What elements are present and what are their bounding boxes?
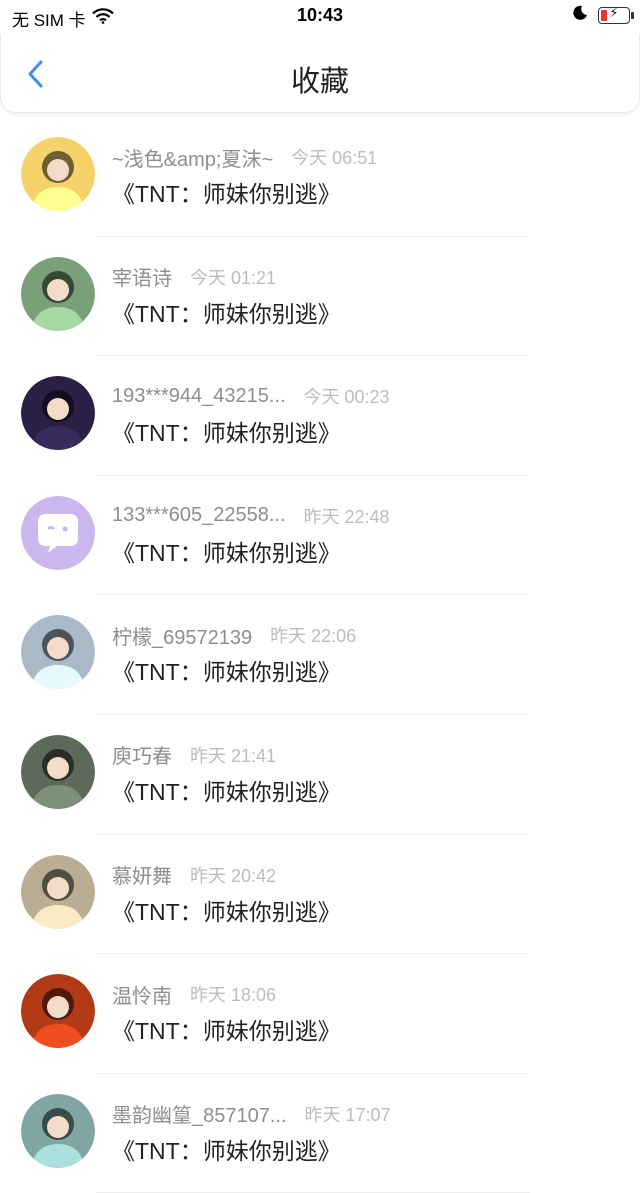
work-title: 《TNT：师妹你别逃》: [112, 1137, 341, 1164]
status-right: ⚡: [572, 5, 634, 26]
work-title: 《TNT：师妹你别逃》: [112, 300, 341, 327]
list-item[interactable]: 133***605_22558... 昨天 22:48 《TNT：师妹你别逃》: [0, 476, 640, 596]
avatar[interactable]: [21, 137, 95, 211]
user-name[interactable]: 慕妍舞: [112, 860, 172, 889]
timestamp: 昨天 17:07: [304, 1104, 391, 1125]
avatar[interactable]: [21, 495, 95, 570]
list-item[interactable]: 温怜南 昨天 18:06 《TNT：师妹你别逃》: [0, 954, 640, 1074]
meta-row: 宰语诗 今天 01:21: [112, 262, 277, 291]
favorites-list: ~浅色&amp;夏沫~ 今天 06:51 《TNT：师妹你别逃》 宰语诗 今天 …: [0, 117, 640, 1193]
timestamp: 今天 01:21: [190, 267, 277, 288]
work-title: 《TNT：师妹你别逃》: [112, 539, 341, 566]
meta-row: 柠檬_69572139 昨天 22:06: [112, 621, 357, 650]
buddha-statue-avatar: [21, 974, 95, 1049]
user-name[interactable]: 柠檬_69572139: [112, 621, 252, 650]
timestamp: 今天 06:51: [291, 148, 378, 168]
moon-icon: [572, 5, 588, 26]
list-item[interactable]: 墨韵幽篁_857107... 昨天 17:07 《TNT：师妹你别逃》: [0, 1074, 640, 1193]
meta-row: ~浅色&amp;夏沫~ 今天 06:51: [112, 143, 378, 172]
avatar[interactable]: [21, 1093, 95, 1168]
list-item[interactable]: 宰语诗 今天 01:21 《TNT：师妹你别逃》: [0, 237, 640, 357]
list-item[interactable]: 柠檬_69572139 昨天 22:06 《TNT：师妹你别逃》: [0, 595, 640, 715]
girl-with-flowers-avatar: [21, 256, 95, 331]
avatar[interactable]: [21, 854, 95, 929]
avatar[interactable]: [21, 376, 95, 451]
timestamp: 昨天 20:42: [190, 865, 277, 886]
anime-girl-avatar: [21, 1093, 95, 1168]
work-title: 《TNT：师妹你别逃》: [112, 420, 341, 447]
user-name[interactable]: 宰语诗: [112, 262, 172, 291]
timestamp: 昨天 22:48: [303, 506, 390, 527]
user-name[interactable]: 墨韵幽篁_857107...: [112, 1099, 287, 1128]
battery-icon: ⚡: [598, 5, 634, 24]
work-title: 《TNT：师妹你别逃》: [112, 778, 341, 805]
timestamp: 昨天 22:06: [270, 626, 357, 647]
nav-bar: 收藏: [0, 34, 640, 113]
status-time: 10:43: [296, 5, 344, 25]
avatar[interactable]: [21, 256, 95, 331]
meta-row: 墨韵幽篁_857107... 昨天 17:07: [112, 1099, 391, 1128]
status-bar: 无 SIM 卡 10:43 ⚡: [0, 0, 640, 34]
work-title: 《TNT：师妹你别逃》: [112, 1018, 341, 1045]
avatar[interactable]: [21, 974, 95, 1049]
chat-bubble-default-avatar: [21, 495, 95, 570]
user-name[interactable]: 193***944_43215...: [112, 385, 286, 408]
girl-portrait-avatar: [21, 854, 95, 929]
avatar[interactable]: [21, 615, 95, 690]
timestamp: 今天 00:23: [303, 387, 390, 408]
user-name[interactable]: 133***605_22558...: [112, 504, 286, 527]
list-item[interactable]: 庾巧春 昨天 21:41 《TNT：师妹你别逃》: [0, 715, 640, 835]
list-item[interactable]: 193***944_43215... 今天 00:23 《TNT：师妹你别逃》: [0, 356, 640, 476]
meta-row: 193***944_43215... 今天 00:23: [112, 384, 390, 408]
girl-portrait-avatar: [21, 734, 95, 809]
boy-portrait-avatar: [21, 137, 95, 211]
list-item[interactable]: 慕妍舞 昨天 20:42 《TNT：师妹你别逃》: [0, 835, 640, 955]
meta-row: 133***605_22558... 昨天 22:48: [112, 504, 390, 528]
cartoon-character-avatar: [21, 376, 95, 451]
work-title: 《TNT：师妹你别逃》: [112, 181, 341, 207]
girl-with-hat-avatar: [21, 615, 95, 690]
meta-row: 慕妍舞 昨天 20:42: [112, 860, 277, 889]
timestamp: 昨天 18:06: [190, 985, 277, 1006]
meta-row: 庾巧春 昨天 21:41: [112, 740, 277, 769]
list-item[interactable]: ~浅色&amp;夏沫~ 今天 06:51 《TNT：师妹你别逃》: [0, 117, 640, 237]
user-name[interactable]: ~浅色&amp;夏沫~: [112, 143, 273, 172]
timestamp: 昨天 21:41: [190, 745, 277, 766]
work-title: 《TNT：师妹你别逃》: [112, 659, 341, 686]
user-name[interactable]: 温怜南: [112, 980, 172, 1009]
work-title: 《TNT：师妹你别逃》: [112, 898, 341, 925]
page-title: 收藏: [290, 66, 349, 98]
avatar[interactable]: [21, 734, 95, 809]
user-name[interactable]: 庾巧春: [112, 740, 172, 769]
meta-row: 温怜南 昨天 18:06: [112, 980, 277, 1009]
